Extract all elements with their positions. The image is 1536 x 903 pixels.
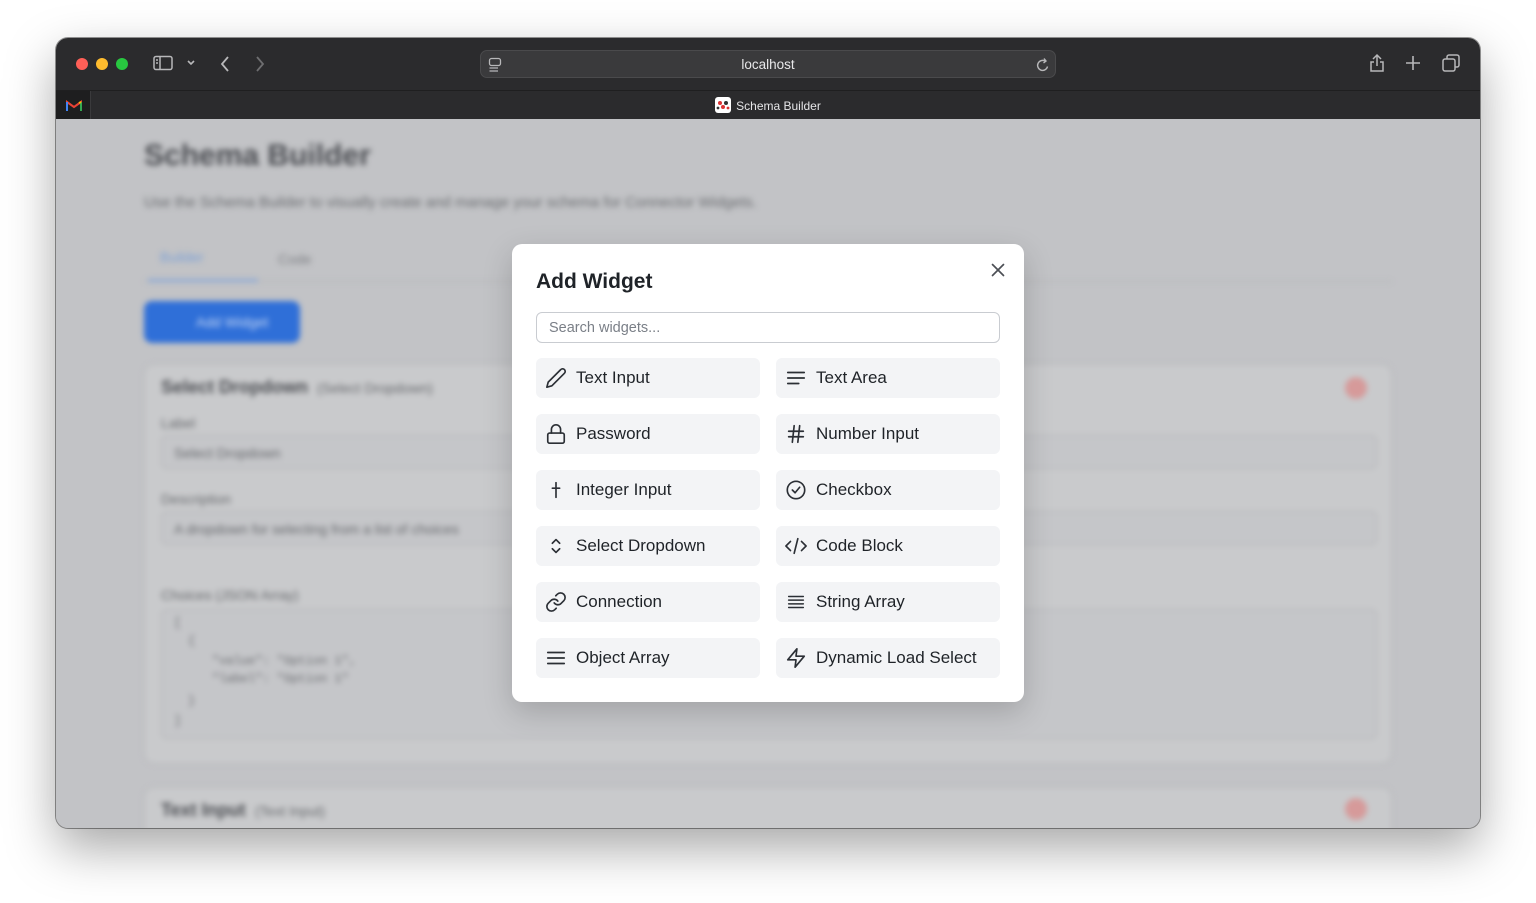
card-title: Text Input <box>161 800 246 820</box>
add-widget-button[interactable]: Add Widget <box>144 301 300 343</box>
close-window-button[interactable] <box>76 58 88 70</box>
widget-option-label: Dynamic Load Select <box>816 648 977 667</box>
zoom-window-button[interactable] <box>116 58 128 70</box>
link-icon <box>544 590 568 614</box>
delete-widget-button[interactable] <box>1345 377 1367 399</box>
close-icon <box>991 263 1005 282</box>
widget-option-label: Password <box>576 424 651 443</box>
widget-option-text-area[interactable]: Text Area <box>776 358 1000 398</box>
minimize-window-button[interactable] <box>96 58 108 70</box>
widget-option-object-array[interactable]: Object Array <box>536 638 760 678</box>
card-subtitle: (Text Input) <box>255 803 326 819</box>
active-tab[interactable]: Schema Builder <box>56 97 1480 113</box>
address-url: localhost <box>741 57 795 72</box>
tab-code[interactable]: Code <box>278 251 311 267</box>
page-subtitle: Use the Schema Builder to visually creat… <box>144 194 757 211</box>
widget-option-label: Object Array <box>576 648 670 667</box>
schema-builder-favicon-icon <box>715 97 732 113</box>
card-subtitle: (Select Dropdown) <box>317 380 433 396</box>
widget-option-password[interactable]: Password <box>536 414 760 454</box>
widget-option-number-input[interactable]: Number Input <box>776 414 1000 454</box>
card-title: Select Dropdown <box>161 377 309 397</box>
widget-option-label: Integer Input <box>576 480 672 499</box>
tab-active-indicator <box>148 279 258 282</box>
widget-option-string-array[interactable]: String Array <box>776 582 1000 622</box>
widget-option-integer-input[interactable]: Integer Input <box>536 470 760 510</box>
chevrons-up-down-icon <box>544 534 568 558</box>
list-icon <box>784 590 808 614</box>
chevron-down-icon[interactable] <box>186 59 196 67</box>
zap-icon <box>784 646 808 670</box>
label-field-label: Label <box>161 415 196 431</box>
page-title: Schema Builder <box>144 139 371 172</box>
forward-icon[interactable] <box>254 55 266 73</box>
widget-option-label: Connection <box>576 592 663 611</box>
widget-card: Text Input (Text Input) <box>144 787 1392 828</box>
description-field-label: Description <box>161 491 232 507</box>
close-modal-button[interactable] <box>986 260 1010 284</box>
back-icon[interactable] <box>219 55 231 73</box>
new-tab-icon[interactable] <box>1405 55 1421 71</box>
pencil-icon <box>544 366 568 390</box>
widget-option-select-dropdown[interactable]: Select Dropdown <box>536 526 760 566</box>
widget-option-label: Text Area <box>816 368 887 387</box>
hash-icon <box>784 422 808 446</box>
widget-option-dynamic-load-select[interactable]: Dynamic Load Select <box>776 638 1000 678</box>
plus-icon <box>544 478 568 502</box>
widget-option-checkbox[interactable]: Checkbox <box>776 470 1000 510</box>
widget-option-label: Select Dropdown <box>576 536 706 555</box>
widget-option-label: String Array <box>816 592 905 611</box>
delete-widget-button[interactable] <box>1345 798 1367 820</box>
reload-icon[interactable] <box>1036 57 1050 73</box>
sidebar-toggle-icon[interactable] <box>153 55 173 71</box>
code-icon <box>784 534 808 558</box>
widget-option-code-block[interactable]: Code Block <box>776 526 1000 566</box>
check-circle-icon <box>784 478 808 502</box>
choices-field-label: Choices (JSON Array) <box>161 587 299 603</box>
text-lines-icon <box>784 366 808 390</box>
widget-option-label: Checkbox <box>816 480 892 499</box>
widget-option-connection[interactable]: Connection <box>536 582 760 622</box>
address-bar[interactable]: localhost <box>480 50 1056 78</box>
tab-bar: Schema Builder <box>56 90 1480 119</box>
browser-window: localhost Schema Builder Schema Builder … <box>56 38 1480 828</box>
tab-builder[interactable]: Builder <box>160 249 204 265</box>
tab-overview-icon[interactable] <box>1442 54 1460 72</box>
widget-option-label: Code Block <box>816 536 903 555</box>
lock-icon <box>544 422 568 446</box>
add-widget-modal: Add Widget Text Input Text Area Pa <box>512 244 1024 702</box>
widget-option-text-input[interactable]: Text Input <box>536 358 760 398</box>
modal-title: Add Widget <box>536 270 653 293</box>
widget-grid: Text Input Text Area Password Number Inp… <box>536 358 1000 678</box>
share-icon[interactable] <box>1368 53 1386 73</box>
page-content: Schema Builder Use the Schema Builder to… <box>56 119 1480 828</box>
tab-title: Schema Builder <box>736 99 821 113</box>
widget-option-label: Text Input <box>576 368 650 387</box>
widget-option-label: Number Input <box>816 424 919 443</box>
menu-icon <box>544 646 568 670</box>
search-widgets-input[interactable] <box>536 312 1000 343</box>
browser-toolbar: localhost <box>56 38 1480 90</box>
